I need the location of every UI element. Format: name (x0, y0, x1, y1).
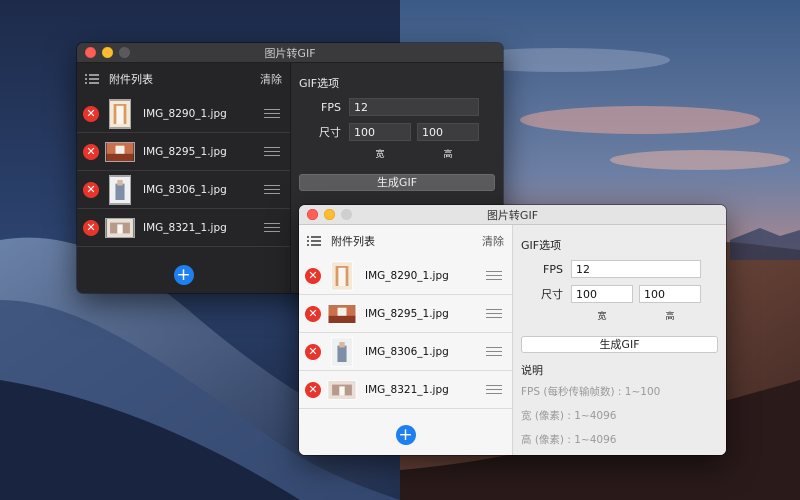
attachment-list-pane: 附件列表 清除 ✕ IMG_8290_1.jpg ✕ IMG_8295_1.jp… (299, 225, 513, 455)
description-fps: FPS (每秒传输帧数) : 1~100 (521, 386, 661, 398)
zoom-window-button[interactable] (341, 209, 352, 220)
clear-button[interactable]: 清除 (260, 71, 282, 87)
description-title: 说明 (521, 364, 543, 377)
file-name: IMG_8321_1.jpg (365, 383, 449, 396)
image-thumbnail (327, 260, 357, 292)
height-caption: 高 (443, 150, 453, 160)
drag-handle-icon[interactable] (264, 223, 280, 232)
image-thumbnail (327, 298, 357, 330)
fps-input[interactable] (571, 260, 701, 278)
list-item[interactable]: ✕ IMG_8295_1.jpg (77, 133, 290, 171)
window-title: 图片转GIF (486, 208, 539, 222)
remove-circle-icon[interactable]: ✕ (83, 143, 99, 160)
height-input[interactable] (417, 123, 479, 141)
image-thumbnail (105, 174, 135, 206)
width-input[interactable] (349, 123, 411, 141)
list-icon (85, 73, 99, 85)
fps-input[interactable] (349, 98, 479, 116)
remove-circle-icon[interactable]: ✕ (305, 305, 321, 322)
size-label: 尺寸 (541, 288, 563, 301)
drag-handle-icon[interactable] (486, 385, 502, 394)
list-item[interactable]: ✕ IMG_8290_1.jpg (299, 257, 512, 295)
remove-circle-icon[interactable]: ✕ (305, 381, 321, 398)
file-name: IMG_8295_1.jpg (143, 145, 227, 158)
file-name: IMG_8306_1.jpg (365, 345, 449, 358)
drag-handle-icon[interactable] (486, 347, 502, 356)
remove-circle-icon[interactable]: ✕ (83, 181, 99, 198)
image-thumbnail (327, 374, 357, 406)
gif-options-title: GIF选项 (299, 77, 340, 90)
gif-options-pane: GIF选项 FPS 尺寸 宽 高 生成GIF 说明 FPS (每秒传输帧数) :… (513, 225, 726, 455)
remove-circle-icon[interactable]: ✕ (305, 343, 321, 360)
window-title: 图片转GIF (264, 46, 316, 60)
drag-handle-icon[interactable] (486, 271, 502, 280)
fps-label: FPS (321, 100, 341, 114)
image-thumbnail (105, 136, 135, 168)
file-name: IMG_8295_1.jpg (365, 307, 449, 320)
window-titlebar[interactable]: 图片转GIF (299, 205, 726, 225)
attachment-list-title: 附件列表 (109, 73, 153, 86)
drag-handle-icon[interactable] (264, 185, 280, 194)
attachment-list-title: 附件列表 (331, 235, 375, 248)
minimize-window-button[interactable] (102, 47, 113, 58)
list-item[interactable]: ✕ IMG_8306_1.jpg (77, 171, 290, 209)
remove-circle-icon[interactable]: ✕ (83, 105, 99, 122)
minimize-window-button[interactable] (324, 209, 335, 220)
light-app-window: 图片转GIF 附件列表 清除 ✕ IMG_8290_1.jpg ✕ IMG_82… (299, 205, 726, 455)
size-label: 尺寸 (319, 126, 341, 139)
traffic-lights (307, 209, 352, 220)
plus-circle-icon[interactable]: + (173, 265, 194, 285)
plus-circle-icon[interactable]: + (395, 425, 416, 445)
list-icon (307, 235, 321, 247)
width-caption: 宽 (375, 150, 385, 160)
clear-button[interactable]: 清除 (482, 233, 504, 249)
attachment-list-header: 附件列表 清除 (299, 225, 512, 257)
list-item[interactable]: ✕ IMG_8295_1.jpg (299, 295, 512, 333)
image-thumbnail (105, 212, 135, 244)
image-thumbnail (105, 98, 135, 130)
attachment-list-pane: 附件列表 清除 ✕ IMG_8290_1.jpg ✕ IMG_8295_1.jp… (77, 63, 291, 293)
attachment-list-header: 附件列表 清除 (77, 63, 290, 95)
fps-label: FPS (543, 262, 563, 276)
width-caption: 宽 (597, 312, 607, 322)
drag-handle-icon[interactable] (264, 109, 280, 118)
height-input[interactable] (639, 285, 701, 303)
generate-gif-button[interactable]: 生成GIF (299, 174, 495, 191)
list-item[interactable]: ✕ IMG_8306_1.jpg (299, 333, 512, 371)
drag-handle-icon[interactable] (486, 309, 502, 318)
remove-circle-icon[interactable]: ✕ (83, 219, 99, 236)
traffic-lights (85, 47, 130, 58)
file-name: IMG_8290_1.jpg (365, 269, 449, 282)
file-name: IMG_8290_1.jpg (143, 107, 227, 120)
list-item[interactable]: ✕ IMG_8290_1.jpg (77, 95, 290, 133)
file-name: IMG_8321_1.jpg (143, 221, 227, 234)
generate-gif-button[interactable]: 生成GIF (521, 336, 718, 353)
list-item[interactable]: ✕ IMG_8321_1.jpg (77, 209, 290, 247)
image-thumbnail (327, 336, 357, 368)
remove-circle-icon[interactable]: ✕ (305, 267, 321, 284)
close-window-button[interactable] (307, 209, 318, 220)
drag-handle-icon[interactable] (264, 147, 280, 156)
close-window-button[interactable] (85, 47, 96, 58)
zoom-window-button[interactable] (119, 47, 130, 58)
file-name: IMG_8306_1.jpg (143, 183, 227, 196)
width-input[interactable] (571, 285, 633, 303)
description-height: 高 (像素) : 1~4096 (521, 434, 617, 446)
gif-options-title: GIF选项 (521, 239, 562, 252)
window-titlebar[interactable]: 图片转GIF (77, 43, 503, 63)
description-width: 宽 (像素) : 1~4096 (521, 410, 617, 422)
list-item[interactable]: ✕ IMG_8321_1.jpg (299, 371, 512, 409)
height-caption: 高 (665, 312, 675, 322)
